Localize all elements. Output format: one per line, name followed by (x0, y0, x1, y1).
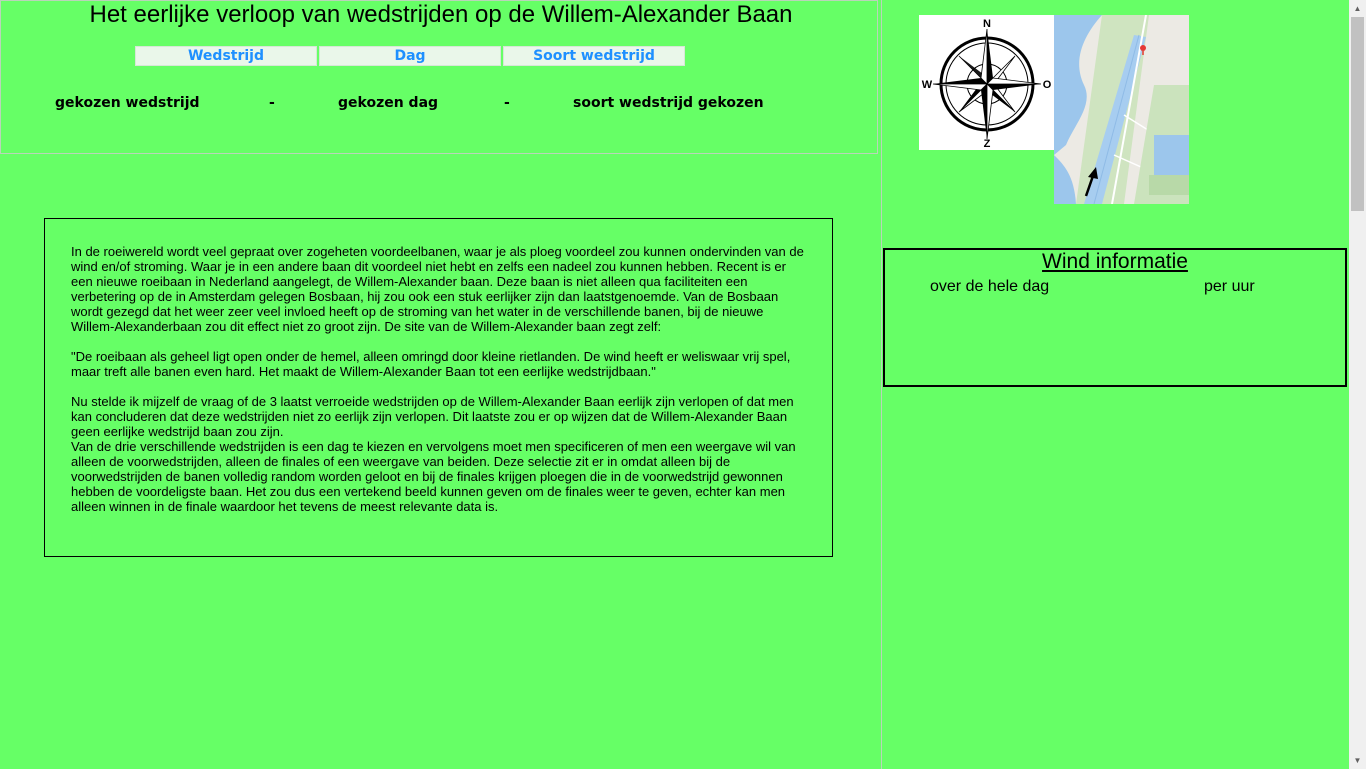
vertical-scrollbar[interactable]: ▲ ▼ (1349, 0, 1366, 769)
compass-south-label: Z (984, 138, 991, 150)
intro-paragraph: In de roeiwereld wordt veel gepraat over… (71, 244, 804, 334)
intro-text-box: In de roeiwereld wordt veel gepraat over… (44, 218, 833, 557)
compass-west-label: W (922, 79, 933, 91)
scroll-down-arrow-icon[interactable]: ▼ (1349, 752, 1366, 769)
header-panel: Het eerlijke verloop van wedstrijden op … (0, 0, 878, 154)
nav-bar: Wedstrijd Dag Soort wedstrijd (135, 46, 687, 66)
page-title: Het eerlijke verloop van wedstrijden op … (89, 1, 793, 28)
separator: - (269, 95, 275, 111)
selected-day: gekozen dag (338, 95, 439, 111)
scroll-up-arrow-icon[interactable]: ▲ (1349, 0, 1366, 17)
nav-button-soort-wedstrijd[interactable]: Soort wedstrijd (503, 46, 685, 66)
separator: - (504, 95, 510, 111)
course-map (1054, 15, 1189, 204)
nav-button-dag[interactable]: Dag (319, 46, 501, 66)
compass-rose-icon: N Z W O (919, 15, 1054, 150)
wind-info-title: Wind informatie (1042, 250, 1188, 273)
column-divider (881, 0, 882, 769)
compass-north-label: N (983, 18, 991, 30)
wind-day-label: over de hele dag (930, 278, 1050, 295)
selected-race: gekozen wedstrijd (55, 95, 200, 111)
compass-east-label: O (1043, 79, 1052, 91)
intro-quote: "De roeibaan als geheel ligt open onder … (71, 349, 791, 379)
wind-info-box: Wind informatie over de hele dag per uur (883, 248, 1347, 387)
nav-button-wedstrijd[interactable]: Wedstrijd (135, 46, 317, 66)
scrollbar-thumb[interactable] (1351, 17, 1364, 211)
wind-hour-label: per uur (1204, 278, 1255, 295)
selection-summary: gekozen wedstrijd - gekozen dag - soort … (1, 95, 879, 115)
selected-race-type: soort wedstrijd gekozen (573, 95, 764, 111)
intro-paragraph: Van de drie verschillende wedstrijden is… (71, 439, 796, 514)
page: Het eerlijke verloop van wedstrijden op … (0, 0, 1366, 769)
intro-paragraph: Nu stelde ik mijzelf de vraag of de 3 la… (71, 394, 794, 439)
